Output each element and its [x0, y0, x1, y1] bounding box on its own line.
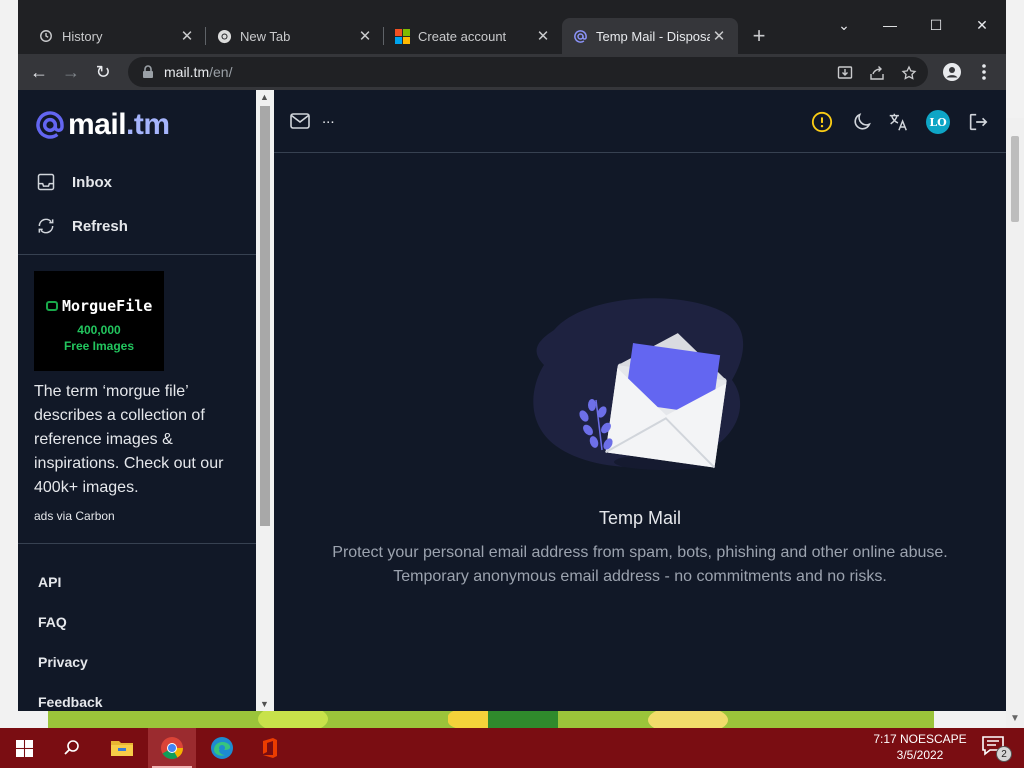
- minimize-button[interactable]: —: [870, 12, 910, 38]
- ad-brand: MorgueFile: [46, 297, 152, 315]
- empty-inbox-illustration: [533, 298, 744, 470]
- back-button[interactable]: ←: [26, 59, 52, 85]
- search-icon: [64, 740, 79, 755]
- notification-badge: 2: [996, 746, 1012, 762]
- chrome-icon: [216, 28, 232, 44]
- tab-close-icon[interactable]: ✕: [178, 27, 196, 45]
- tab-close-icon[interactable]: ✕: [356, 27, 374, 45]
- browser-window: History ✕ New Tab ✕ Create account ✕ Tem…: [18, 0, 1006, 711]
- page-viewport: mail.tm Inbox Refresh MorgueFile 400,000…: [18, 90, 1006, 711]
- edge-icon: [211, 737, 233, 759]
- system-clock[interactable]: 7:17 NOESCAPE 3/5/2022: [870, 731, 970, 763]
- carbon-ad-image[interactable]: MorgueFile 400,000 Free Images: [34, 271, 164, 371]
- empty-state-title: Temp Mail: [598, 508, 682, 528]
- folder-icon: [111, 741, 133, 756]
- footer-link-api[interactable]: API: [38, 574, 61, 590]
- sidebar-item-label: Refresh: [72, 217, 128, 235]
- chrome-icon: [161, 737, 183, 759]
- at-sign-icon: [572, 28, 588, 44]
- address-bar[interactable]: mail.tm/en/: [128, 57, 928, 87]
- office-taskbar-button[interactable]: [246, 728, 294, 768]
- share-icon[interactable]: [868, 64, 886, 82]
- tab-title: History: [62, 28, 103, 44]
- empty-state-description: Protect your personal email address from…: [274, 541, 1006, 589]
- translate-icon[interactable]: [886, 110, 910, 134]
- tab-new-tab[interactable]: New Tab ✕: [206, 18, 384, 54]
- empty-state-line-2: Temporary anonymous email address - no c…: [393, 568, 887, 585]
- office-icon: [263, 738, 277, 758]
- dark-mode-icon[interactable]: [850, 110, 874, 134]
- sidebar-divider: [18, 543, 256, 544]
- tab-title: New Tab: [240, 28, 291, 44]
- sidebar-divider: [18, 254, 256, 255]
- sidebar: mail.tm Inbox Refresh MorgueFile 400,000…: [18, 90, 256, 711]
- menu-kebab-icon[interactable]: [971, 59, 997, 85]
- footer-link-feedback[interactable]: Feedback: [38, 694, 103, 710]
- carbon-ad-via[interactable]: ads via Carbon: [34, 509, 115, 523]
- main-content: ... LO Temp Mail Protect your personal e…: [274, 90, 1006, 711]
- site-logo[interactable]: mail.tm: [34, 108, 170, 142]
- lock-icon[interactable]: [142, 65, 156, 79]
- sidebar-item-label: Inbox: [72, 173, 112, 191]
- inbox-icon: [36, 172, 56, 192]
- close-button[interactable]: ✕: [962, 12, 1002, 38]
- browser-toolbar: ← → ↻ mail.tm/en/: [18, 54, 1006, 90]
- footer-link-faq[interactable]: FAQ: [38, 614, 67, 630]
- file-explorer-button[interactable]: [98, 728, 146, 768]
- forward-button[interactable]: →: [58, 59, 84, 85]
- reload-button[interactable]: ↻: [90, 59, 116, 85]
- footer-link-privacy[interactable]: Privacy: [38, 654, 88, 670]
- clock-time: 7:17 NOESCAPE: [873, 732, 967, 746]
- sidebar-item-refresh[interactable]: Refresh: [36, 216, 128, 236]
- chrome-taskbar-button[interactable]: [148, 728, 196, 768]
- desktop-wallpaper: [48, 710, 934, 728]
- logo-text: mail.tm: [68, 108, 170, 141]
- start-button[interactable]: [0, 728, 48, 768]
- logo-at-icon: [36, 111, 64, 139]
- clock-date: 3/5/2022: [896, 748, 944, 762]
- ad-tagline: Free Images: [63, 339, 135, 353]
- tab-close-icon[interactable]: ✕: [710, 27, 728, 45]
- action-center-button[interactable]: 2: [982, 736, 1012, 762]
- install-app-icon[interactable]: [836, 64, 854, 82]
- profile-icon[interactable]: [939, 59, 965, 85]
- search-button[interactable]: [48, 728, 96, 768]
- tab-strip: History ✕ New Tab ✕ Create account ✕ Tem…: [18, 0, 1006, 54]
- mail-icon: [290, 113, 310, 129]
- warning-icon[interactable]: [810, 110, 834, 134]
- sidebar-item-inbox[interactable]: Inbox: [36, 172, 112, 192]
- tab-history[interactable]: History ✕: [28, 18, 206, 54]
- sidebar-scrollbar[interactable]: ▲ ▼: [256, 90, 274, 711]
- windows-icon: [15, 739, 33, 757]
- new-tab-button[interactable]: +: [746, 24, 772, 50]
- tab-search-button[interactable]: ⌄: [824, 12, 864, 38]
- tab-close-icon[interactable]: ✕: [534, 27, 552, 45]
- taskbar: 7:17 NOESCAPE 3/5/2022 2: [0, 728, 1024, 768]
- tab-title: Create account: [418, 28, 507, 44]
- email-address[interactable]: ...: [322, 110, 335, 127]
- microsoft-icon: [394, 28, 410, 44]
- tab-temp-mail[interactable]: Temp Mail - Disposal ✕: [562, 18, 738, 54]
- tab-title: Temp Mail - Disposal: [596, 28, 710, 44]
- refresh-icon: [36, 216, 56, 236]
- background-window-scrollbar[interactable]: ▼: [1006, 118, 1024, 728]
- maximize-button[interactable]: ☐: [916, 12, 956, 38]
- avatar[interactable]: LO: [926, 110, 950, 134]
- edge-taskbar-button[interactable]: [198, 728, 246, 768]
- mail-header: ... LO: [274, 90, 1006, 153]
- ad-count: 400,000: [77, 323, 121, 337]
- carbon-ad-text[interactable]: The term ‘morgue file’ describes a colle…: [34, 380, 248, 500]
- empty-state-line-1: Protect your personal email address from…: [332, 544, 948, 561]
- history-icon: [38, 28, 54, 44]
- logout-icon[interactable]: [966, 110, 990, 134]
- camera-icon: [46, 301, 58, 311]
- url-path: /en/: [209, 64, 233, 80]
- tab-create-account[interactable]: Create account ✕: [384, 18, 562, 54]
- bookmark-star-icon[interactable]: [900, 64, 918, 82]
- url-host: mail.tm: [164, 64, 210, 80]
